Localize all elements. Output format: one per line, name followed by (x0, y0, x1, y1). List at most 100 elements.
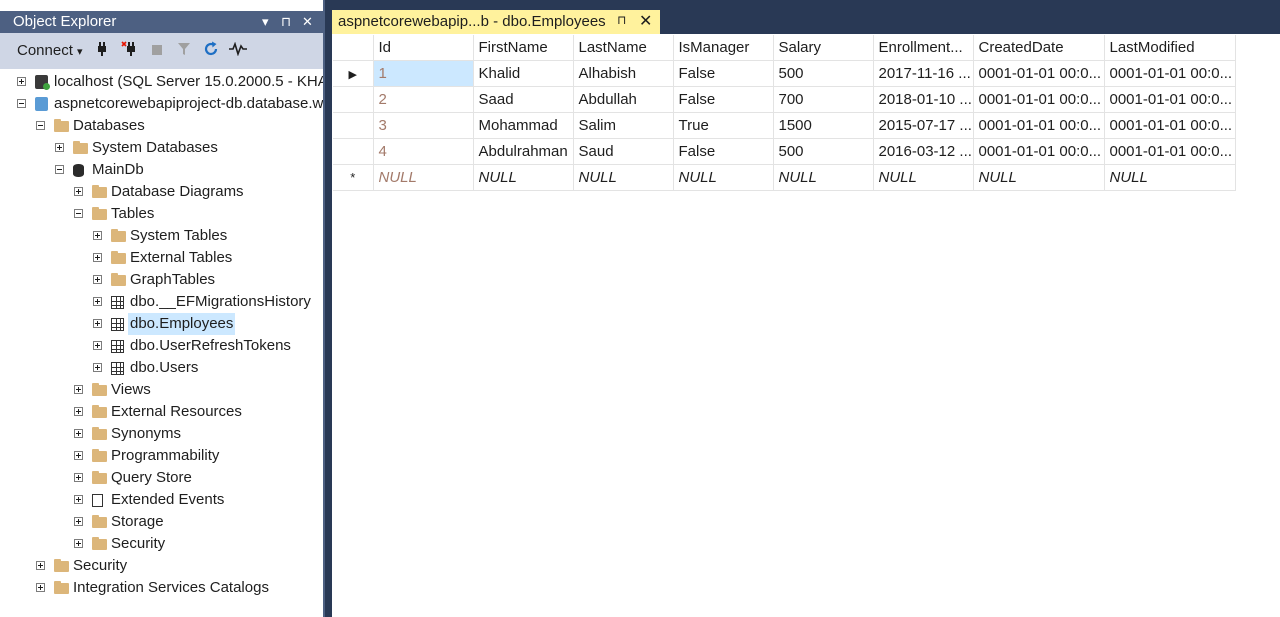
tree-node[interactable]: dbo.__EFMigrationsHistory (0, 291, 323, 313)
collapse-icon[interactable] (17, 99, 26, 108)
grid-cell-null[interactable]: NULL (773, 164, 874, 191)
row-selector[interactable] (333, 138, 374, 165)
expand-icon[interactable] (93, 319, 102, 328)
tree-node[interactable]: Security (0, 533, 323, 555)
grid-cell[interactable]: False (673, 60, 774, 87)
grid-cell[interactable]: 2016-03-12 ... (873, 138, 974, 165)
grid-cell[interactable]: Saud (573, 138, 674, 165)
grid-cell[interactable]: Mohammad (473, 112, 574, 139)
grid-cell[interactable]: 500 (773, 138, 874, 165)
grid-cell-null[interactable]: NULL (673, 164, 774, 191)
grid-cell[interactable]: 1 (373, 60, 474, 87)
tree-node[interactable]: Security (0, 555, 323, 577)
column-header[interactable]: Id (373, 35, 474, 61)
collapse-icon[interactable] (55, 165, 64, 174)
collapse-icon[interactable] (36, 121, 45, 130)
grid-cell[interactable]: 700 (773, 86, 874, 113)
pin-tab-icon[interactable]: ⊓ (617, 13, 626, 27)
grid-cell[interactable]: 0001-01-01 00:0... (973, 60, 1105, 87)
tree-node[interactable]: System Tables (0, 225, 323, 247)
collapse-icon[interactable] (74, 209, 83, 218)
filter-icon[interactable] (174, 41, 194, 61)
tree-node[interactable]: Tables (0, 203, 323, 225)
expand-icon[interactable] (74, 385, 83, 394)
grid-cell[interactable]: 2018-01-10 ... (873, 86, 974, 113)
tree-node[interactable]: System Databases (0, 137, 323, 159)
row-selector[interactable] (333, 112, 374, 139)
tree-node[interactable]: Query Store (0, 467, 323, 489)
expand-icon[interactable] (36, 561, 45, 570)
tree-node[interactable]: dbo.Users (0, 357, 323, 379)
tree-node[interactable]: Extended Events (0, 489, 323, 511)
auto-hide-pin-icon[interactable]: ⊓ (281, 11, 291, 33)
grid-cell[interactable]: Abdulrahman (473, 138, 574, 165)
table-row[interactable]: 3 Mohammad Salim True 1500 2015-07-17 ... 0001… (333, 112, 1236, 139)
row-selector-header[interactable] (333, 35, 374, 61)
tab-dbo-employees[interactable]: aspnetcorewebapip...b - dbo.Employees ⊓ … (332, 10, 660, 34)
expand-icon[interactable] (93, 253, 102, 262)
grid-cell[interactable]: 0001-01-01 00:0... (1104, 138, 1236, 165)
grid-cell[interactable]: Alhabish (573, 60, 674, 87)
grid-cell-null[interactable]: NULL (973, 164, 1105, 191)
panel-splitter[interactable] (323, 0, 325, 617)
row-selector[interactable]: ▶ (333, 60, 374, 87)
expand-icon[interactable] (93, 297, 102, 306)
new-row[interactable]: * NULL NULL NULL NULL NULL NULL NULL NULL (333, 164, 1236, 191)
tree-node[interactable]: aspnetcorewebapiproject-db.database.w (0, 93, 323, 115)
grid-cell[interactable]: False (673, 138, 774, 165)
expand-icon[interactable] (93, 275, 102, 284)
expand-icon[interactable] (93, 231, 102, 240)
grid-cell[interactable]: 0001-01-01 00:0... (1104, 60, 1236, 87)
tree-node[interactable]: Views (0, 379, 323, 401)
grid-cell[interactable]: False (673, 86, 774, 113)
window-position-dropdown-icon[interactable]: ▾ (262, 11, 269, 33)
tree-node[interactable]: dbo.UserRefreshTokens (0, 335, 323, 357)
grid-cell[interactable]: Khalid (473, 60, 574, 87)
tree-node[interactable]: External Resources (0, 401, 323, 423)
grid-cell[interactable]: 0001-01-01 00:0... (973, 86, 1105, 113)
tree-node[interactable]: GraphTables (0, 269, 323, 291)
column-header[interactable]: IsManager (673, 35, 774, 61)
expand-icon[interactable] (55, 143, 64, 152)
expand-icon[interactable] (74, 473, 83, 482)
grid-cell[interactable]: 1500 (773, 112, 874, 139)
grid-cell[interactable]: 0001-01-01 00:0... (1104, 112, 1236, 139)
grid-cell[interactable]: Salim (573, 112, 674, 139)
refresh-icon[interactable] (201, 41, 221, 61)
column-header[interactable]: CreatedDate (973, 35, 1105, 61)
activity-monitor-icon[interactable] (228, 41, 248, 61)
grid-cell[interactable]: 3 (373, 112, 474, 139)
expand-icon[interactable] (17, 77, 26, 86)
column-header[interactable]: Salary (773, 35, 874, 61)
disconnect-icon[interactable] (120, 41, 140, 61)
tree-node[interactable]: External Tables (0, 247, 323, 269)
column-header[interactable]: FirstName (473, 35, 574, 61)
close-tab-icon[interactable]: ✕ (639, 11, 652, 31)
expand-icon[interactable] (74, 517, 83, 526)
grid-cell-null[interactable]: NULL (1104, 164, 1236, 191)
expand-icon[interactable] (74, 451, 83, 460)
column-header[interactable]: LastModified (1104, 35, 1236, 61)
table-row[interactable]: 2 Saad Abdullah False 700 2018-01-10 ... 0001-… (333, 86, 1236, 113)
column-header[interactable]: Enrollment... (873, 35, 974, 61)
grid-cell-null[interactable]: NULL (473, 164, 574, 191)
table-row[interactable]: ▶ 1 Khalid Alhabish False 500 2017-11-16 ... 00… (333, 60, 1236, 87)
row-selector[interactable] (333, 86, 374, 113)
expand-icon[interactable] (74, 407, 83, 416)
stop-icon[interactable] (147, 41, 167, 61)
expand-icon[interactable] (74, 429, 83, 438)
tree-node[interactable]: Database Diagrams (0, 181, 323, 203)
grid-cell[interactable]: 2 (373, 86, 474, 113)
grid-cell[interactable]: 0001-01-01 00:0... (1104, 86, 1236, 113)
grid-cell[interactable]: True (673, 112, 774, 139)
grid-cell[interactable]: Abdullah (573, 86, 674, 113)
close-panel-icon[interactable]: ✕ (302, 11, 313, 33)
tree-node[interactable]: Integration Services Catalogs (0, 577, 323, 599)
expand-icon[interactable] (93, 341, 102, 350)
grid-cell[interactable]: Saad (473, 86, 574, 113)
connect-plug-icon[interactable] (92, 41, 112, 61)
tree-node[interactable]: Storage (0, 511, 323, 533)
row-selector[interactable]: * (333, 164, 374, 191)
grid-cell[interactable]: 0001-01-01 00:0... (973, 138, 1105, 165)
expand-icon[interactable] (74, 495, 83, 504)
